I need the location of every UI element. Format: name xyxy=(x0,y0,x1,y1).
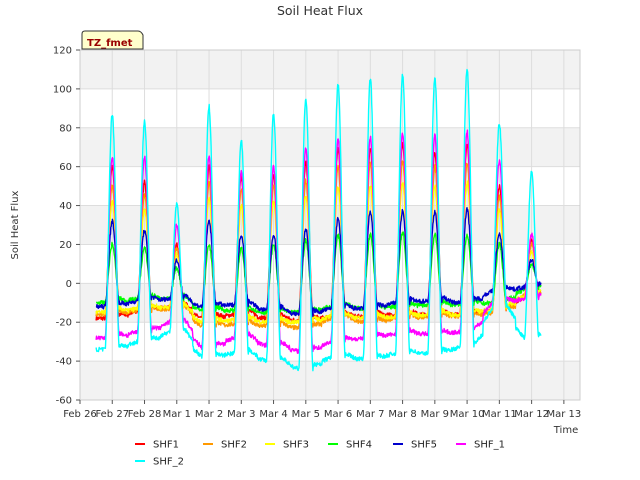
x-tick-label: Mar 4 xyxy=(259,409,287,420)
y-tick-label: 60 xyxy=(59,162,72,173)
y-tick-label: 120 xyxy=(53,46,72,57)
legend-label: SHF4 xyxy=(346,440,372,451)
site-label-box: TZ_fmet xyxy=(81,30,144,50)
y-axis-ticks: -60 -40 -20 0 20 40 60 80 100 120 xyxy=(53,46,80,407)
x-tick-label: Mar 3 xyxy=(227,409,255,420)
grid-band xyxy=(80,205,580,245)
x-axis-label: Time xyxy=(553,425,578,436)
x-tick-label: Mar 2 xyxy=(195,409,223,420)
y-tick-label: 80 xyxy=(59,123,72,134)
x-tick-label: Mar 5 xyxy=(292,409,320,420)
y-tick-label: -40 xyxy=(56,357,72,368)
legend-label: SHF3 xyxy=(283,440,309,451)
y-tick-label: 0 xyxy=(66,279,72,290)
legend-item-shf-1: SHF_1 xyxy=(456,440,505,451)
legend-label: SHF_2 xyxy=(153,457,184,468)
y-tick-label: -20 xyxy=(56,318,72,329)
y-tick-label: 100 xyxy=(53,84,72,95)
legend-label: SHF5 xyxy=(411,440,437,451)
grid-band xyxy=(80,361,580,400)
x-tick-label: Mar 8 xyxy=(388,409,416,420)
x-tick-label: Feb 26 xyxy=(63,409,97,420)
x-axis-ticks: Feb 26Feb 27Feb 28 Mar 1 Mar 2 Mar 3 Mar 4 Ma… xyxy=(63,400,581,420)
x-tick-label: Mar 11 xyxy=(482,409,517,420)
legend-label: SHF1 xyxy=(153,440,179,451)
grid-band xyxy=(80,127,580,167)
chart-title: Soil Heat Flux xyxy=(277,3,363,18)
legend-item-shf5: SHF5 xyxy=(393,440,437,451)
y-tick-label: -60 xyxy=(56,396,72,407)
legend-label: SHF2 xyxy=(221,440,247,451)
legend-item-shf4: SHF4 xyxy=(328,440,372,451)
soil-heat-flux-chart: -60 -40 -20 0 20 40 60 80 100 120 Feb 26Feb 27Feb… xyxy=(10,3,581,468)
y-tick-label: 40 xyxy=(59,201,72,212)
site-label-text: TZ_fmet xyxy=(87,38,133,49)
legend-item-shf1: SHF1 xyxy=(135,440,179,451)
grid-band xyxy=(80,50,580,89)
legend-item-shf-2: SHF_2 xyxy=(135,457,184,468)
x-tick-label: Mar 12 xyxy=(514,409,549,420)
x-tick-label: Mar 13 xyxy=(546,409,581,420)
x-tick-label: Mar 9 xyxy=(421,409,449,420)
x-tick-label: Feb 28 xyxy=(128,409,162,420)
y-tick-label: 20 xyxy=(59,240,72,251)
x-tick-label: Mar 1 xyxy=(163,409,191,420)
x-tick-label: Mar 10 xyxy=(450,409,485,420)
legend-item-shf2: SHF2 xyxy=(203,440,247,451)
x-tick-label: Feb 27 xyxy=(95,409,129,420)
x-tick-label: Mar 6 xyxy=(324,409,352,420)
legend: SHF1 SHF2 SHF3 SHF4 SHF5 SHF_1 SHF_2 xyxy=(135,440,505,468)
legend-item-shf3: SHF3 xyxy=(265,440,309,451)
x-tick-label: Mar 7 xyxy=(356,409,384,420)
y-axis-label: Soil Heat Flux xyxy=(10,190,21,259)
legend-label: SHF_1 xyxy=(474,440,505,451)
